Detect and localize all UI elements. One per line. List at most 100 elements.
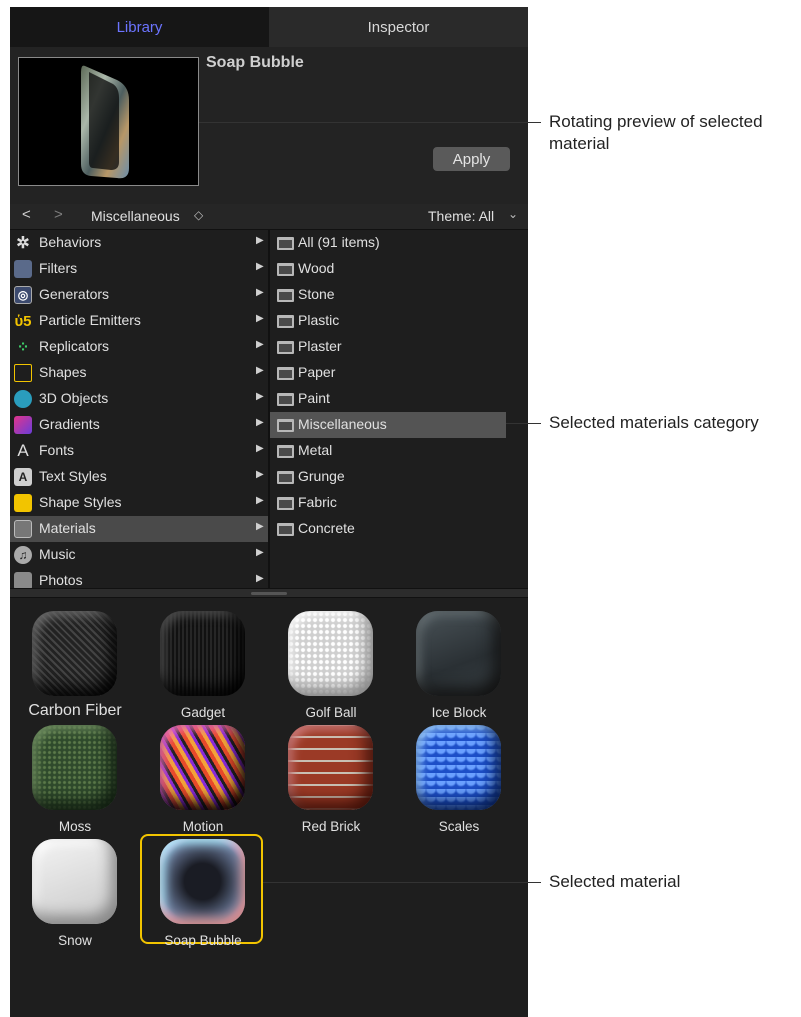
category-item-replicators[interactable]: ⁘ Replicators ▶ [10, 334, 268, 360]
music-icon: ♫ [14, 546, 32, 564]
carbon-fiber-swatch [32, 611, 117, 696]
category-item-materials[interactable]: Materials ▶ [10, 516, 268, 542]
subcategory-label: Fabric [298, 494, 337, 510]
golf-ball-swatch [288, 611, 373, 696]
folder-icon [277, 471, 294, 484]
material-tile-scales[interactable]: Scales [394, 725, 506, 837]
subcategory-item-miscellaneous[interactable]: Miscellaneous [270, 412, 506, 438]
category-label: Filters [39, 260, 78, 276]
folder-icon [277, 393, 294, 406]
material-label: Carbon Fiber [28, 702, 122, 719]
category-item-filters[interactable]: Filters ▶ [10, 256, 268, 282]
category-item-music[interactable]: ♫ Music ▶ [10, 542, 268, 568]
soap-bubble-preview-image [81, 65, 129, 179]
folder-icon [277, 237, 294, 250]
category-label: Text Styles [39, 468, 107, 484]
folder-icon [277, 523, 294, 536]
category-label: Shapes [39, 364, 87, 380]
path-popup[interactable]: Miscellaneous [91, 208, 180, 224]
subcategory-item-stone[interactable]: Stone [270, 282, 506, 308]
category-label: Particle Emitters [39, 312, 141, 328]
particle-emitter-icon: ὑ5 [14, 312, 32, 330]
text-style-icon: A [14, 468, 32, 486]
material-label: Snow [58, 933, 92, 948]
subcategory-label: All (91 items) [298, 234, 380, 250]
subcategory-item-metal[interactable]: Metal [270, 438, 506, 464]
folder-icon [277, 263, 294, 276]
shape-style-icon [14, 494, 32, 512]
callout-preview: Rotating preview of selected material [549, 112, 763, 153]
category-label: Materials [39, 520, 96, 536]
material-tile-snow[interactable]: Snow [10, 839, 122, 951]
callout-material: Selected material [549, 872, 681, 891]
pane-splitter[interactable] [10, 588, 528, 598]
tab-library[interactable]: Library [10, 7, 269, 47]
material-preview [18, 57, 199, 186]
subcategory-item-plaster[interactable]: Plaster [270, 334, 506, 360]
subcategory-item-paint[interactable]: Paint [270, 386, 506, 412]
material-label: Ice Block [431, 705, 487, 720]
splitter-handle[interactable] [251, 592, 287, 595]
disclosure-arrow-icon: ▶ [256, 521, 264, 532]
subcategory-item-concrete[interactable]: Concrete [270, 516, 506, 542]
category-label: Gradients [39, 416, 100, 432]
gradient-icon [14, 416, 32, 434]
callout-category: Selected materials category [549, 413, 759, 432]
navigation-bar: < > Miscellaneous ◇ Theme: All ⌄ [10, 204, 528, 230]
material-tile-gadget[interactable]: Gadget [138, 611, 250, 723]
subcategory-item-all[interactable]: All (91 items) [270, 230, 506, 256]
disclosure-arrow-icon: ▶ [256, 391, 264, 402]
subcategory-item-grunge[interactable]: Grunge [270, 464, 506, 490]
material-tile-motion[interactable]: Motion [138, 725, 250, 837]
folder-icon [277, 289, 294, 302]
folder-icon [277, 445, 294, 458]
snow-swatch [32, 839, 117, 924]
back-button[interactable]: < [22, 206, 31, 223]
disclosure-arrow-icon: ▶ [256, 261, 264, 272]
material-tile-soap-bubble[interactable]: Soap Bubble [138, 839, 250, 951]
preview-area: Soap Bubble Apply [10, 47, 528, 207]
library-panel: Library Inspector Soap Bubble Apply < > … [10, 7, 528, 1017]
disclosure-arrow-icon: ▶ [256, 443, 264, 454]
category-label: Shape Styles [39, 494, 122, 510]
apply-button[interactable]: Apply [433, 147, 510, 171]
theme-popup[interactable]: Theme: All [428, 208, 494, 224]
subcategory-item-wood[interactable]: Wood [270, 256, 506, 282]
category-item-text-styles[interactable]: A Text Styles ▶ [10, 464, 268, 490]
filmstrip-icon [14, 260, 32, 278]
callout-line-material [263, 882, 541, 883]
subcategory-item-fabric[interactable]: Fabric [270, 490, 506, 516]
category-item-behaviors[interactable]: ✲ Behaviors ▶ [10, 230, 268, 256]
category-label: 3D Objects [39, 390, 109, 406]
forward-button[interactable]: > [54, 206, 63, 223]
folder-icon [277, 315, 294, 328]
category-item-generators[interactable]: ◎ Generators ▶ [10, 282, 268, 308]
category-label: Generators [39, 286, 110, 302]
category-item-shapes[interactable]: Shapes ▶ [10, 360, 268, 386]
material-label: Red Brick [301, 819, 361, 834]
disclosure-arrow-icon: ▶ [256, 235, 264, 246]
category-label: Photos [39, 572, 83, 588]
category-item-gradients[interactable]: Gradients ▶ [10, 412, 268, 438]
material-tile-moss[interactable]: Moss [10, 725, 122, 837]
soap-bubble-swatch [160, 839, 245, 924]
tab-inspector[interactable]: Inspector [269, 7, 528, 47]
subcategory-item-paper[interactable]: Paper [270, 360, 506, 386]
category-item-shape-styles[interactable]: Shape Styles ▶ [10, 490, 268, 516]
category-label: Replicators [39, 338, 110, 354]
category-list: ✲ Behaviors ▶ Filters ▶ ◎ Generators ▶ ὑ… [10, 230, 268, 590]
callout-line-preview [199, 122, 541, 123]
material-tile-golf-ball[interactable]: Golf Ball [266, 611, 378, 723]
material-tile-red-brick[interactable]: Red Brick [266, 725, 378, 837]
ice-block-swatch [416, 611, 501, 696]
category-item-fonts[interactable]: A Fonts ▶ [10, 438, 268, 464]
motion-swatch [160, 725, 245, 810]
material-tile-carbon-fiber[interactable]: Carbon Fiber [10, 611, 122, 723]
subcategory-item-plastic[interactable]: Plastic [270, 308, 506, 334]
disclosure-arrow-icon: ▶ [256, 547, 264, 558]
category-item-3d-objects[interactable]: 3D Objects ▶ [10, 386, 268, 412]
material-tile-ice-block[interactable]: Ice Block [394, 611, 506, 723]
generator-icon: ◎ [14, 286, 32, 304]
disclosure-arrow-icon: ▶ [256, 495, 264, 506]
category-item-particle-emitters[interactable]: ὑ5 Particle Emitters ▶ [10, 308, 268, 334]
